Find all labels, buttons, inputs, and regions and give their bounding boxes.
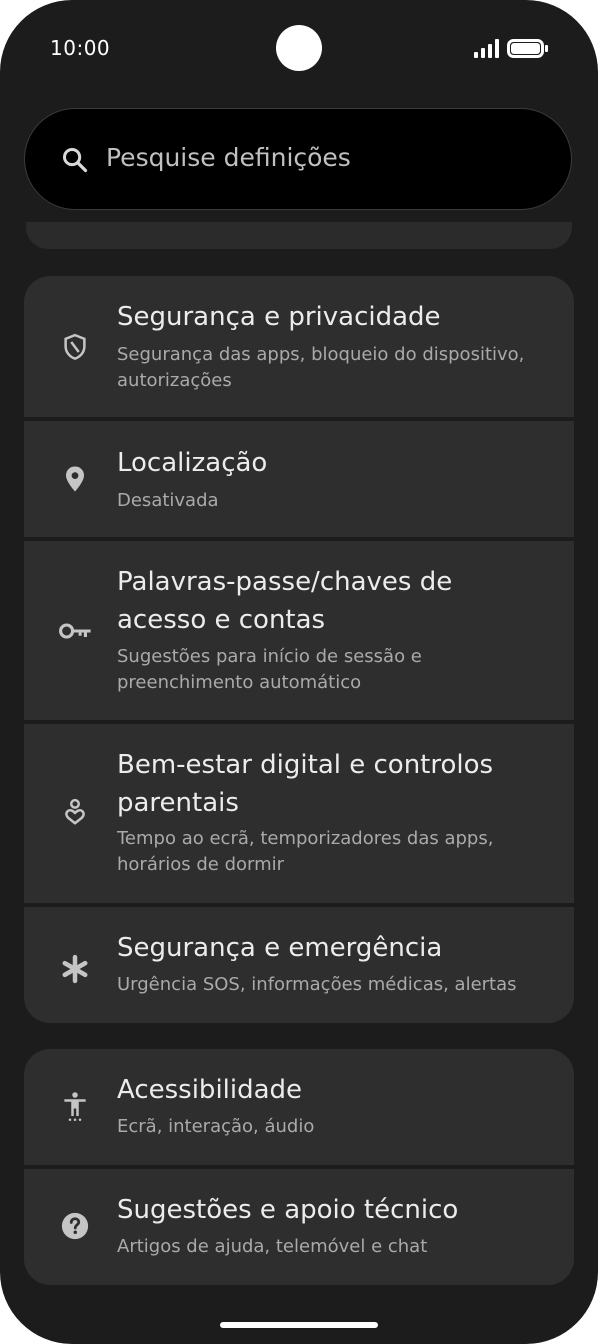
settings-item-safety-emergency[interactable]: Segurança e emergência Urgência SOS, inf… xyxy=(24,907,574,1023)
item-subtitle: Segurança das apps, bloqueio do disposit… xyxy=(117,344,525,391)
item-title: Acessibilidade xyxy=(117,1075,303,1105)
search-bar[interactable]: Pesquise definições xyxy=(24,108,572,210)
item-subtitle: Sugestões para início de sessão e preenc… xyxy=(117,646,422,693)
item-title: Sugestões e apoio técnico xyxy=(117,1195,459,1225)
item-subtitle: Tempo ao ecrã, temporizadores das apps, … xyxy=(117,828,494,875)
shield-icon xyxy=(64,333,86,360)
item-title: Localização xyxy=(117,448,268,478)
search-input[interactable]: Pesquise definições xyxy=(106,143,351,172)
item-title: Segurança e privacidade xyxy=(117,302,441,332)
battery-icon xyxy=(507,39,548,58)
item-subtitle: Urgência SOS, informações médicas, alert… xyxy=(117,974,517,995)
item-subtitle: Ecrã, interação, áudio xyxy=(117,1116,315,1137)
settings-item-security-privacy[interactable]: Segurança e privacidade Segurança das ap… xyxy=(24,276,574,417)
item-subtitle: Artigos de ajuda, telemóvel e chat xyxy=(117,1236,428,1257)
wellbeing-icon xyxy=(65,798,85,825)
signal-icon xyxy=(474,39,499,58)
previous-card-edge xyxy=(26,222,572,249)
settings-item-digital-wellbeing[interactable]: Bem-estar digital e controlos parentais … xyxy=(24,724,574,903)
phone-screen: 10:00 Pesquise definições Segurança e pr… xyxy=(0,0,598,1344)
location-pin-icon xyxy=(66,466,84,492)
settings-item-location[interactable]: Localização Desativada xyxy=(24,421,574,537)
home-indicator[interactable] xyxy=(220,1322,378,1328)
item-title: Palavras-passe/chaves de acesso e contas xyxy=(117,567,453,635)
status-time: 10:00 xyxy=(50,36,111,60)
key-icon xyxy=(59,623,91,639)
settings-item-help-support[interactable]: Sugestões e apoio técnico Artigos de aju… xyxy=(24,1169,574,1285)
item-title: Bem-estar digital e controlos parentais xyxy=(117,750,494,818)
item-subtitle: Desativada xyxy=(117,490,219,511)
item-title: Segurança e emergência xyxy=(117,933,443,963)
accessibility-icon xyxy=(64,1092,86,1121)
settings-item-passwords-accounts[interactable]: Palavras-passe/chaves de acesso e contas… xyxy=(24,541,574,720)
asterisk-icon xyxy=(62,954,88,984)
help-icon xyxy=(61,1212,89,1240)
settings-item-accessibility[interactable]: Acessibilidade Ecrã, interação, áudio xyxy=(24,1049,574,1165)
camera-cutout xyxy=(276,25,322,71)
status-bar: 10:00 xyxy=(0,0,598,96)
search-icon xyxy=(62,147,88,173)
